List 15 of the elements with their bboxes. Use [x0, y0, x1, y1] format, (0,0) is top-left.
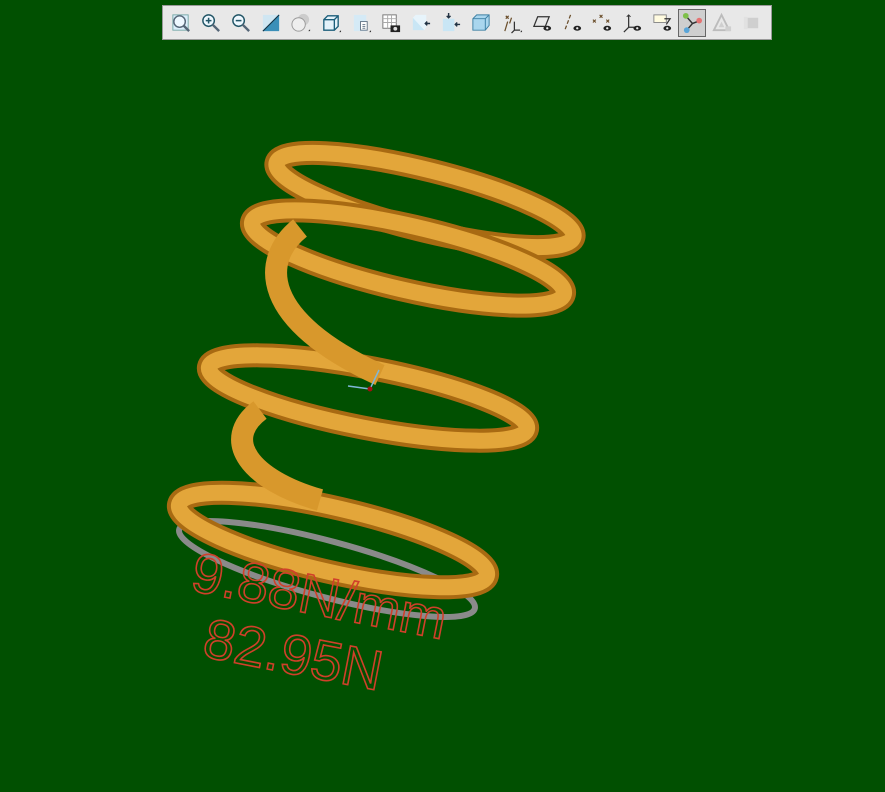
note-eye-icon	[651, 12, 673, 34]
toolbar-button[interactable]	[678, 8, 706, 36]
zoom-in-icon	[200, 12, 222, 34]
table-camera-icon	[380, 12, 402, 34]
points-eye-icon	[590, 12, 613, 34]
csys-eye-icon	[620, 12, 643, 34]
zoom-out-icon	[230, 12, 252, 34]
node-link-icon	[681, 12, 704, 34]
glass-cube-icon	[470, 12, 492, 34]
triangle-icon	[711, 12, 734, 34]
axis-triad-icon	[347, 369, 380, 392]
magnifier-icon	[170, 12, 192, 34]
square-icon	[260, 12, 282, 34]
spheres-icon	[290, 12, 312, 34]
cube-arrows-icon	[440, 12, 462, 34]
